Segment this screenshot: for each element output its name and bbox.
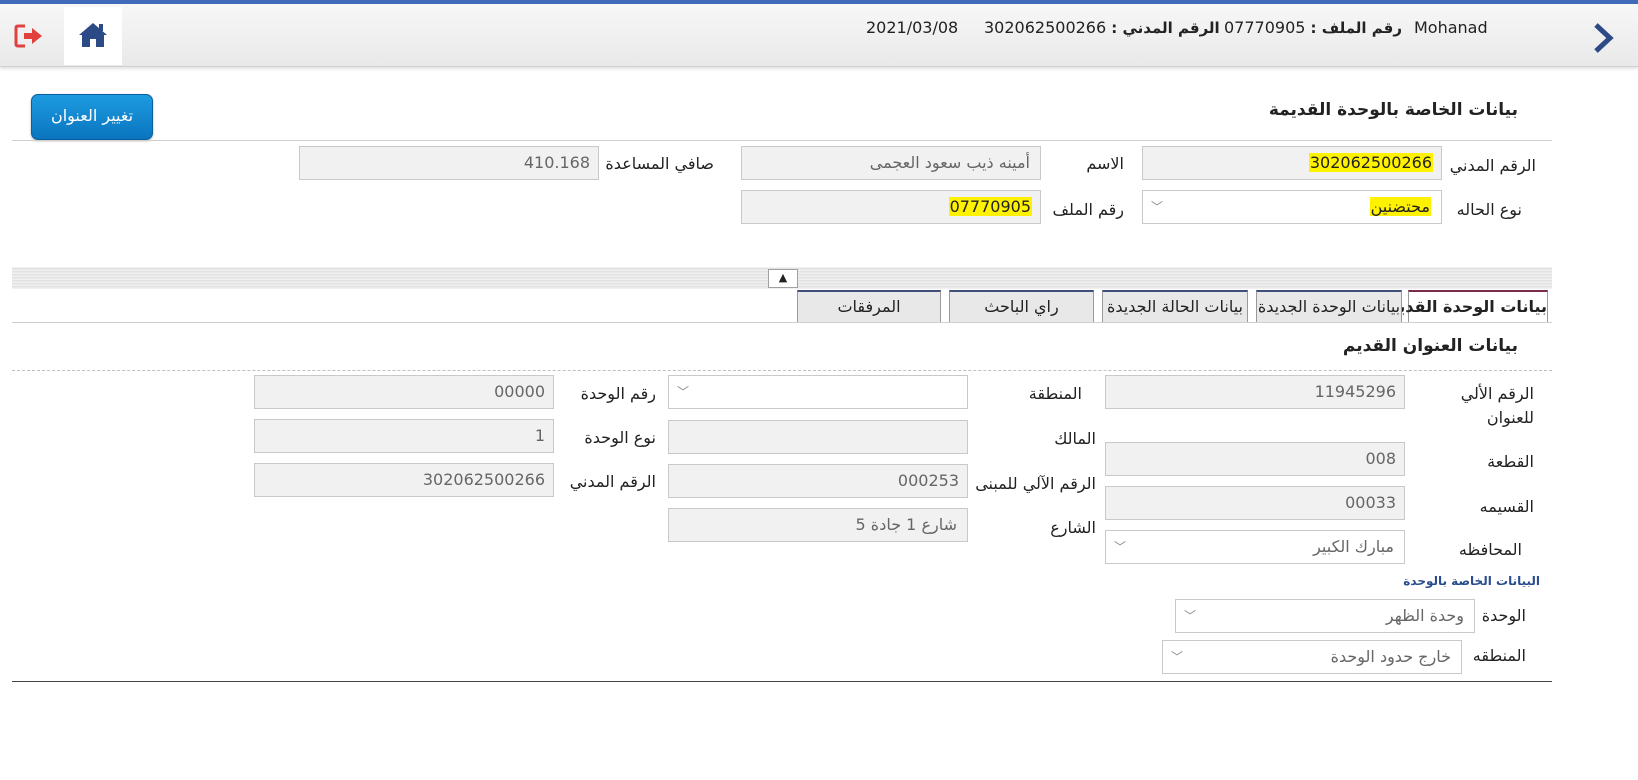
- address-civil-id-field: 302062500266: [254, 463, 554, 497]
- tab-researcher-opinion[interactable]: راي الباحث: [949, 290, 1094, 322]
- parcel-field: 00033: [1105, 486, 1405, 520]
- home-icon: [79, 23, 107, 47]
- logout-icon: [14, 24, 42, 48]
- change-address-button[interactable]: تغيير العنوان: [31, 94, 153, 140]
- area-label: المنطقة: [1028, 384, 1082, 403]
- auto-address-label: الرقم الألي للعنوان: [1460, 384, 1534, 427]
- case-type-select[interactable]: ﹀ محتضنين: [1142, 190, 1442, 224]
- building-number-field: 000253: [668, 464, 968, 498]
- divider: [12, 322, 1552, 323]
- divider: [12, 140, 1552, 141]
- civil-id-label: الرقم المدني: [1449, 156, 1536, 175]
- header-file-value: 07770905: [1224, 18, 1306, 37]
- street-field: شارع 1 جادة 5: [668, 508, 968, 542]
- zone-label: المنطقه: [1472, 646, 1526, 665]
- tab-new-unit[interactable]: بيانات الوحدة الجديدة: [1256, 290, 1402, 322]
- unit-type-field: 1: [254, 419, 554, 453]
- tab-new-case[interactable]: بيانات الحالة الجديدة: [1102, 290, 1248, 322]
- file-no-field: 07770905: [741, 190, 1041, 224]
- civil-id-value: 302062500266: [1308, 153, 1433, 172]
- chevron-down-icon: ﹀: [1184, 609, 1197, 623]
- home-button[interactable]: [64, 7, 122, 65]
- divider: [12, 370, 1552, 371]
- unit-select[interactable]: ﹀ وحدة الظهر: [1175, 599, 1475, 633]
- governorate-label: المحافظه: [1458, 540, 1522, 559]
- net-aid-field: 410.168: [299, 146, 599, 180]
- street-label: الشارع: [1050, 518, 1096, 537]
- building-number-label: الرقم الآلي للمبنى: [975, 474, 1096, 493]
- collapse-toggle[interactable]: ▲: [768, 269, 798, 288]
- chevron-down-icon: ﹀: [1151, 200, 1164, 214]
- chevron-down-icon: ﹀: [1171, 650, 1184, 664]
- logout-button[interactable]: [14, 23, 46, 49]
- governorate-value: مبارك الكبير: [1313, 537, 1394, 556]
- file-no-value: 07770905: [948, 197, 1032, 216]
- name-label: الاسم: [1086, 154, 1124, 173]
- address-civil-id-label: الرقم المدني: [569, 472, 656, 491]
- file-no-label: رقم الملف: [1052, 200, 1124, 219]
- unit-type-label: نوع الوحدة: [584, 428, 656, 447]
- net-aid-label: صافي المساعدة: [605, 154, 714, 173]
- bottom-divider: [12, 681, 1552, 682]
- case-type-value: محتضنين: [1369, 197, 1431, 216]
- unit-data-subheading: البيانات الخاصة بالوحدة: [1403, 574, 1540, 588]
- zone-select[interactable]: ﹀ خارج حدود الوحدة: [1162, 640, 1462, 674]
- zone-value: خارج حدود الوحدة: [1330, 647, 1451, 666]
- unit-number-field: 00000: [254, 375, 554, 409]
- plot-label: القطعة: [1487, 452, 1534, 471]
- unit-number-label: رقم الوحدة: [580, 384, 656, 403]
- chevron-down-icon: ﹀: [677, 385, 690, 399]
- header-date: 2021/03/08: [866, 18, 959, 37]
- back-button[interactable]: [1590, 21, 1618, 55]
- tab-attachments[interactable]: المرفقات: [797, 290, 941, 322]
- owner-field: [668, 420, 968, 454]
- app-header: 2021/03/08 الرقم المدني : 302062500266 ر…: [0, 4, 1638, 67]
- governorate-select[interactable]: ﹀ مبارك الكبير: [1105, 530, 1405, 564]
- unit-label: الوحدة: [1481, 606, 1526, 625]
- header-civil-id: الرقم المدني : 302062500266: [984, 18, 1220, 37]
- header-username: Mohanad: [1414, 18, 1488, 37]
- parcel-label: القسيمه: [1479, 497, 1534, 516]
- area-select[interactable]: ﹀: [668, 375, 968, 409]
- chevron-right-icon: [1594, 23, 1614, 53]
- plot-field: 008: [1105, 442, 1405, 476]
- old-unit-section-title: بيانات الخاصة بالوحدة القديمة: [1268, 100, 1518, 120]
- auto-address-field: 11945296: [1105, 375, 1405, 409]
- case-type-label: نوع الحاله: [1456, 200, 1522, 219]
- unit-value: وحدة الظهر: [1385, 606, 1464, 625]
- chevron-down-icon: ﹀: [1114, 540, 1127, 554]
- header-civil-value: 302062500266: [984, 18, 1107, 37]
- old-address-section-title: بيانات العنوان القديم: [1342, 336, 1518, 356]
- name-field: أمينه ذيب سعود العجمى: [741, 146, 1041, 180]
- tab-old-unit[interactable]: بيانات الوحدة القديمة: [1379, 290, 1548, 322]
- header-file-label: رقم الملف :: [1310, 19, 1403, 37]
- owner-label: المالك: [1054, 429, 1096, 448]
- civil-id-field: 302062500266: [1142, 146, 1442, 180]
- header-civil-label: الرقم المدني :: [1111, 19, 1220, 37]
- header-file-number: رقم الملف : 07770905: [1224, 18, 1402, 37]
